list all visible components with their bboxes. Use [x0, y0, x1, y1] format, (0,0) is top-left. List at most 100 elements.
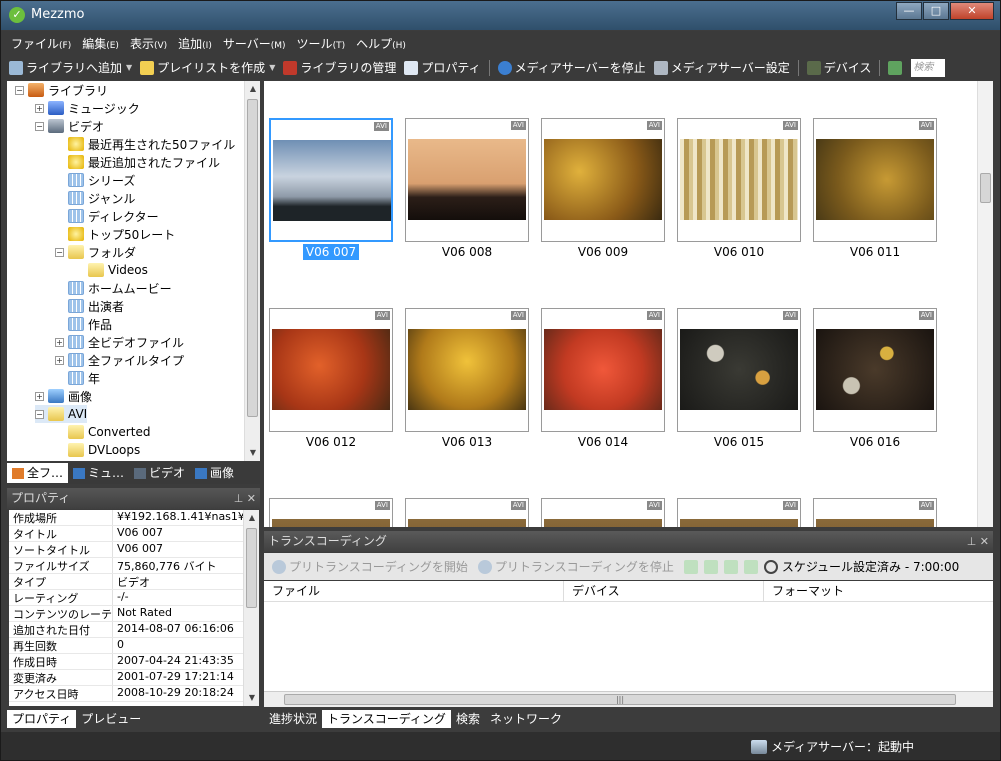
stop-media-server-button[interactable]: メディアサーバーを停止 [497, 59, 646, 76]
tree-item[interactable]: − AVI [35, 405, 88, 423]
expand-toggle-icon[interactable]: + [55, 355, 64, 365]
minimize-button[interactable]: — [896, 2, 922, 20]
library-tab[interactable]: ビデオ [129, 463, 190, 483]
scrollbar-thumb[interactable] [247, 99, 258, 417]
property-row[interactable]: コンテンツのレーテ… Not Rated [9, 606, 259, 622]
bottom-tab[interactable]: トランスコーディング [322, 710, 451, 728]
menu-item-1[interactable]: 編集(E) [82, 35, 119, 52]
tree-item[interactable]: ディレクター [55, 207, 159, 225]
format-badge: AVI [646, 311, 662, 320]
search-input[interactable]: 検索 [911, 58, 946, 77]
expand-toggle-icon[interactable]: − [15, 85, 24, 95]
expand-toggle-icon[interactable]: + [35, 103, 44, 113]
scrollbar-thumb[interactable] [980, 173, 991, 203]
property-row[interactable]: ファイルサイズ 75,860,776 バイト [9, 558, 259, 574]
transcoding-hscrollbar[interactable]: ||| [264, 691, 993, 707]
pin-close-icon[interactable]: ⊥ ✕ [967, 531, 989, 552]
bottom-tab[interactable]: 検索 [451, 710, 485, 728]
library-tab[interactable]: 画像 [190, 463, 239, 483]
tree-item[interactable]: + ミュージック [35, 99, 140, 117]
properties-tab[interactable]: プレビュー [76, 710, 146, 728]
library-tab[interactable]: ミュ… [68, 463, 129, 483]
property-row[interactable]: タイプ ビデオ [9, 574, 259, 590]
pin-close-icon[interactable]: ⊥ ✕ [234, 488, 256, 509]
bottom-tab[interactable]: 進捗状況 [264, 710, 322, 728]
property-row[interactable]: ソートタイトル V06 007 [9, 542, 259, 558]
properties-button[interactable]: プロパティ [404, 59, 481, 76]
menu-bar: ファイル(F) 編集(E) 表示(V) 追加(I) サーバー(M) ツール(T) ヘルプ(H… [1, 31, 1000, 55]
tree-item[interactable]: − フォルダ [55, 243, 136, 261]
move-top-icon[interactable] [683, 559, 698, 574]
scroll-down-icon[interactable]: ▼ [244, 690, 259, 706]
tree-item[interactable]: 作品 [55, 315, 112, 333]
column-device[interactable]: デバイス [564, 581, 764, 601]
tree-scrollbar[interactable]: ▲ ▼ [244, 81, 260, 461]
menu-item-3[interactable]: 追加(I) [178, 35, 212, 52]
property-row[interactable]: 作成日時 2007-04-24 21:43:35 [9, 654, 259, 670]
property-row[interactable]: アクセス日時 2008-10-29 20:18:24 [9, 686, 259, 702]
menu-item-2[interactable]: 表示(V) [130, 35, 167, 52]
property-row[interactable]: 追加された日付 2014-08-07 06:16:06 [9, 622, 259, 638]
tree-item[interactable]: DVLoops [55, 441, 140, 459]
tree-item[interactable]: − ビデオ [35, 117, 104, 135]
scrollbar-thumb[interactable] [246, 528, 257, 608]
property-row[interactable]: 作成場所 ¥¥192.168.1.41¥nas1¥… [9, 510, 259, 526]
grid-scrollbar[interactable] [977, 81, 993, 527]
tree-item[interactable]: 年 [55, 369, 100, 387]
bottom-tab[interactable]: ネットワーク [485, 710, 567, 728]
expand-toggle-icon[interactable]: − [35, 121, 44, 131]
expand-toggle-icon[interactable]: + [35, 391, 44, 401]
media-server-settings-button[interactable]: メディアサーバー設定 [653, 59, 790, 76]
properties-scrollbar[interactable]: ▲ ▼ [243, 510, 259, 706]
close-button[interactable]: ✕ [950, 2, 994, 20]
tree-item[interactable]: ホームムービー [55, 279, 172, 297]
manage-library-button[interactable]: ライブラリの管理 [283, 59, 396, 76]
tab-icon [73, 467, 86, 479]
maximize-button[interactable]: □ [923, 2, 949, 20]
property-key: コンテンツのレーテ… [9, 606, 113, 621]
move-bottom-icon[interactable] [743, 559, 758, 574]
add-to-library-button[interactable]: ライブラリへ追加 ▼ [9, 59, 132, 76]
tree-item[interactable]: + 画像 [35, 387, 92, 405]
property-row[interactable]: 変更済み 2001-07-29 17:21:14 [9, 670, 259, 686]
menu-item-5[interactable]: ツール(T) [297, 35, 346, 52]
property-key: 作成日時 [9, 654, 113, 669]
column-format[interactable]: フォーマット [764, 581, 993, 601]
tree-item[interactable]: ジャンル [55, 189, 135, 207]
tree-item[interactable]: トップ50レート [55, 225, 175, 243]
column-file[interactable]: ファイル [264, 581, 564, 601]
view-mode-icon[interactable] [888, 60, 903, 75]
menu-item-4[interactable]: サーバー(M) [223, 35, 286, 52]
tree-item[interactable]: 最近再生された50ファイル [55, 135, 235, 153]
scroll-up-icon[interactable]: ▲ [245, 81, 260, 97]
property-row[interactable]: レーティング -/- [9, 590, 259, 606]
tree-item[interactable]: + 全ビデオファイル [55, 333, 184, 351]
move-up-icon[interactable] [703, 559, 718, 574]
tree-item[interactable]: + 全ファイルタイプ [55, 351, 184, 369]
property-row[interactable]: 再生回数 0 [9, 638, 259, 654]
tree-item[interactable]: 最近追加されたファイル [55, 153, 220, 171]
tree-item[interactable]: 出演者 [55, 297, 124, 315]
menu-item-0[interactable]: ファイル(F) [11, 35, 71, 52]
scrollbar-thumb[interactable]: ||| [284, 694, 956, 705]
title-bar[interactable]: ✓ Mezzmo — □ ✕ [1, 1, 1000, 30]
create-playlist-button[interactable]: プレイリストを作成 ▼ [140, 59, 275, 76]
devices-button[interactable]: デバイス [806, 59, 871, 76]
library-tab[interactable]: 全フ… [7, 463, 69, 483]
schedule-button[interactable]: スケジュール設定済み - 7:00:00 [763, 558, 959, 575]
scroll-up-icon[interactable]: ▲ [244, 510, 259, 526]
tree-item[interactable]: − ライブラリ [15, 81, 108, 99]
properties-tab[interactable]: プロパティ [7, 710, 77, 728]
tree-item[interactable]: Converted [55, 423, 150, 441]
menu-item-6[interactable]: ヘルプ(H) [356, 35, 406, 52]
tree-item[interactable]: シリーズ [55, 171, 135, 189]
start-pretranscoding-button[interactable]: プリトランスコーディングを開始 [272, 558, 468, 575]
property-row[interactable]: タイトル V06 007 [9, 526, 259, 542]
expand-toggle-icon[interactable]: + [55, 337, 64, 347]
tree-item[interactable]: Videos [75, 261, 148, 279]
scroll-down-icon[interactable]: ▼ [245, 445, 260, 461]
expand-toggle-icon[interactable]: − [35, 409, 44, 419]
move-down-icon[interactable] [723, 559, 738, 574]
stop-pretranscoding-button[interactable]: プリトランスコーディングを停止 [477, 558, 674, 575]
expand-toggle-icon[interactable]: − [55, 247, 64, 257]
